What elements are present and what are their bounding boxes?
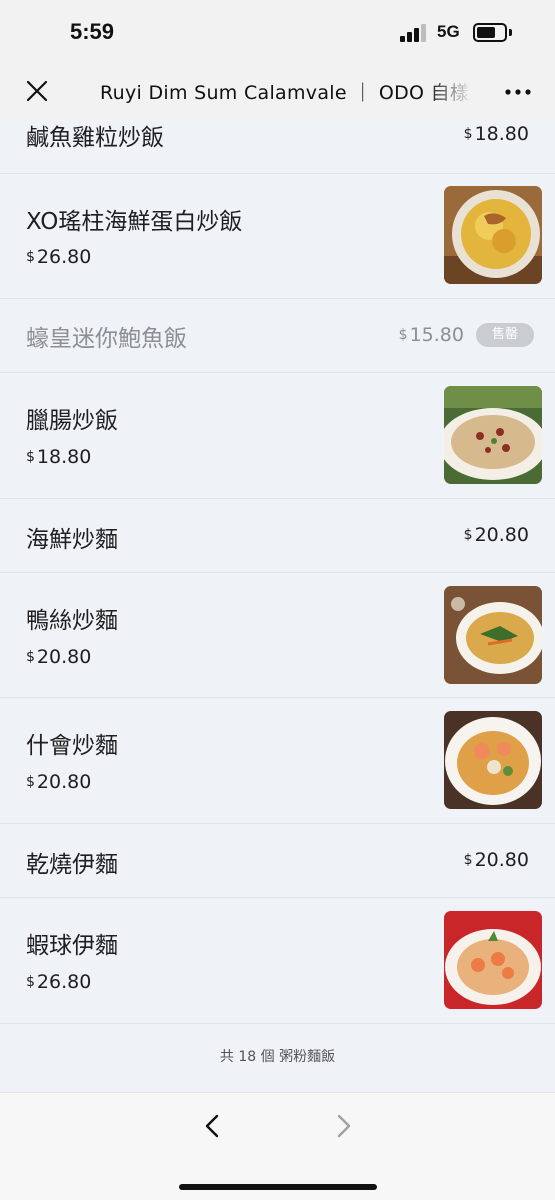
signal-strength-icon xyxy=(400,24,428,42)
duck-noodles-photo[interactable] xyxy=(444,586,542,684)
menu-item-price: $20.80 xyxy=(464,524,529,546)
menu-item[interactable]: 鴨絲炒麵 $20.80 xyxy=(0,573,555,698)
home-indicator[interactable] xyxy=(179,1184,377,1190)
battery-icon xyxy=(473,23,507,42)
menu-item-name: 什會炒麵 xyxy=(26,733,118,759)
total-count: 共 18 個 粥粉麵飯 xyxy=(219,1049,336,1065)
currency-symbol: $ xyxy=(26,449,35,465)
menu-item-name: 臘腸炒飯 xyxy=(26,408,118,434)
price-value: 26.80 xyxy=(36,971,92,993)
currency-symbol: $ xyxy=(463,126,473,142)
bottom-toolbar xyxy=(0,1092,555,1200)
menu-item-price: $26.80 xyxy=(26,971,91,993)
currency-symbol: $ xyxy=(463,852,473,868)
combination-noodles-photo[interactable] xyxy=(444,711,542,809)
close-icon xyxy=(26,80,48,102)
menu-item-price: $20.80 xyxy=(26,771,91,793)
menu-item-price: $18.80 xyxy=(26,446,91,468)
currency-symbol: $ xyxy=(398,327,408,343)
currency-symbol: $ xyxy=(463,527,473,543)
price-value: 26.80 xyxy=(36,246,92,268)
back-button[interactable] xyxy=(200,1113,226,1139)
menu-item-soldout[interactable]: 蠔皇迷你鮑魚飯 $15.80 售罄 xyxy=(0,299,555,373)
page-title: Ruyi Dim Sum Calamvale ｜ ODO 自樣 xyxy=(100,82,470,104)
status-bar: 5:59 5G xyxy=(0,0,555,62)
menu-item-name: 乾燒伊麵 xyxy=(26,852,118,878)
menu-item[interactable]: 什會炒麵 $20.80 xyxy=(0,698,555,824)
more-options-button[interactable] xyxy=(503,82,533,102)
price-value: 15.80 xyxy=(409,324,464,346)
menu-item-price: $26.80 xyxy=(26,246,91,268)
close-button[interactable] xyxy=(22,76,52,106)
menu-item-price: $20.80 xyxy=(26,646,91,668)
chevron-right-icon xyxy=(337,1114,351,1138)
price-value: 18.80 xyxy=(474,123,529,145)
menu-item-name: 蠔皇迷你鮑魚飯 xyxy=(26,326,187,352)
soldout-badge: 售罄 xyxy=(476,323,534,347)
network-type: 5G xyxy=(437,22,460,41)
menu-item[interactable]: 蝦球伊麵 $26.80 xyxy=(0,898,555,1024)
menu-item-name: 鹹魚雞粒炒飯 xyxy=(26,125,164,151)
menu-item-name: 海鮮炒麵 xyxy=(26,527,118,553)
menu-item-price: $18.80 xyxy=(464,123,529,145)
menu-item[interactable]: 海鮮炒麵 $20.80 xyxy=(0,499,555,573)
nav-bar: Ruyi Dim Sum Calamvale ｜ ODO 自樣 xyxy=(0,62,555,120)
fried-rice-photo[interactable] xyxy=(444,186,542,284)
currency-symbol: $ xyxy=(26,974,35,990)
chevron-left-icon xyxy=(205,1114,219,1138)
menu-list: 鹹魚雞粒炒飯 $18.80 XO瑤柱海鮮蛋白炒飯 $26.80 蠔皇迷你鮑魚飯 … xyxy=(0,120,555,1092)
price-value: 18.80 xyxy=(36,446,92,468)
sausage-fried-rice-photo[interactable] xyxy=(444,386,542,484)
menu-item[interactable]: 鹹魚雞粒炒飯 $18.80 xyxy=(0,120,555,174)
menu-item[interactable]: 乾燒伊麵 $20.80 xyxy=(0,824,555,898)
battery-cap xyxy=(509,29,512,36)
more-icon xyxy=(505,89,531,95)
status-time: 5:59 xyxy=(70,19,115,44)
currency-symbol: $ xyxy=(26,774,35,790)
menu-item-name: XO瑤柱海鮮蛋白炒飯 xyxy=(26,209,243,235)
prawn-noodles-photo[interactable] xyxy=(444,911,542,1009)
menu-item[interactable]: XO瑤柱海鮮蛋白炒飯 $26.80 xyxy=(0,174,555,299)
menu-item-name: 蝦球伊麵 xyxy=(26,933,118,959)
menu-item-price: $20.80 xyxy=(464,849,529,871)
price-value: 20.80 xyxy=(36,771,92,793)
price-value: 20.80 xyxy=(474,849,529,871)
menu-item[interactable]: 臘腸炒飯 $18.80 xyxy=(0,373,555,499)
menu-item-name: 鴨絲炒麵 xyxy=(26,608,118,634)
menu-item-price: $15.80 xyxy=(399,324,464,346)
price-value: 20.80 xyxy=(36,646,92,668)
price-value: 20.80 xyxy=(474,524,529,546)
currency-symbol: $ xyxy=(26,649,35,665)
forward-button[interactable] xyxy=(330,1113,356,1139)
currency-symbol: $ xyxy=(26,249,35,265)
